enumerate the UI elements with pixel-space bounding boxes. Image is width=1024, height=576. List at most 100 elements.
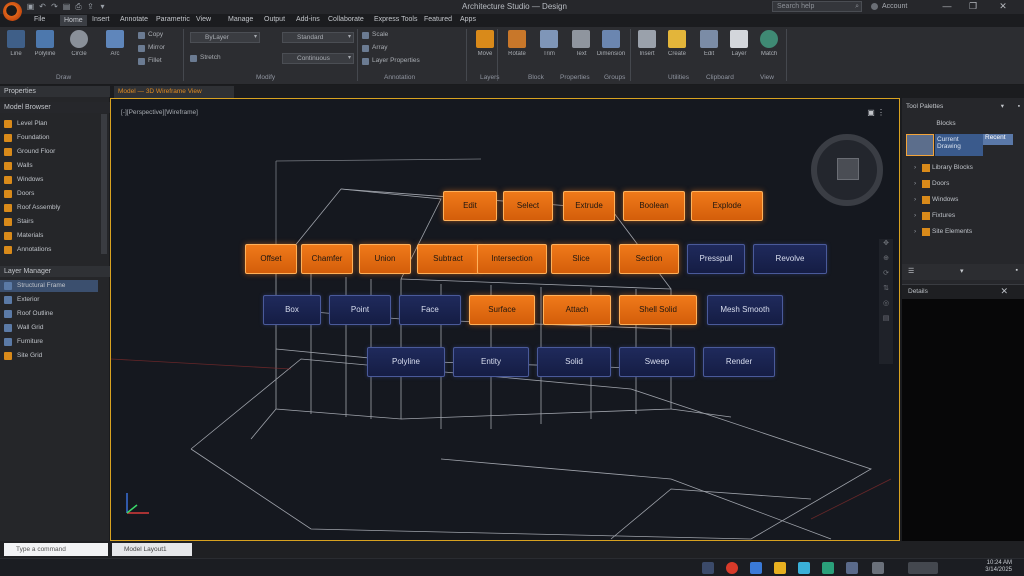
layout-tabs[interactable]: Model Layout1 bbox=[112, 543, 192, 556]
palette-options-icon[interactable]: ▾ bbox=[1001, 100, 1004, 114]
circle-button[interactable]: Circle bbox=[64, 30, 94, 70]
palette-item[interactable]: Library Blocks bbox=[914, 162, 973, 174]
palette-item[interactable]: Doors bbox=[914, 178, 949, 190]
menu-parametric[interactable]: Parametric bbox=[156, 16, 190, 23]
palette-item[interactable]: Windows bbox=[914, 194, 958, 206]
viewcube-cube-icon[interactable] bbox=[837, 158, 859, 180]
union-command-button[interactable]: Union bbox=[359, 244, 411, 274]
help-search-input[interactable]: Search help ⌕ bbox=[772, 1, 862, 12]
copy-tool[interactable]: Copy bbox=[138, 31, 163, 41]
presspull-command-button[interactable]: Presspull bbox=[687, 244, 745, 274]
menu-apps[interactable]: Apps bbox=[460, 16, 476, 23]
menu-view[interactable]: View bbox=[196, 16, 211, 23]
tree-item[interactable]: Walls bbox=[4, 160, 33, 172]
viewport-controls-icon[interactable]: ▣ ⋮ bbox=[867, 108, 885, 117]
command-input[interactable]: Type a command bbox=[4, 543, 108, 556]
walk-icon[interactable]: ⇅ bbox=[879, 284, 893, 299]
tree-item[interactable]: Stairs bbox=[4, 216, 34, 228]
rotate-button[interactable]: Rotate bbox=[502, 30, 532, 70]
filter-icon[interactable]: ☰ bbox=[908, 267, 914, 275]
undo-icon[interactable]: ↶ bbox=[38, 2, 47, 11]
qat-dropdown-icon[interactable]: ▾ bbox=[98, 2, 107, 11]
showmotion-icon[interactable]: ▤ bbox=[879, 314, 893, 329]
plot-icon[interactable]: ⎙ bbox=[74, 2, 83, 11]
match-button[interactable]: Match bbox=[754, 30, 784, 70]
tree-scrollbar[interactable] bbox=[101, 114, 107, 254]
block-thumbnail[interactable] bbox=[906, 134, 934, 156]
box-command-button[interactable]: Box bbox=[263, 295, 321, 325]
point-command-button[interactable]: Point bbox=[329, 295, 391, 325]
boolean-command-button[interactable]: Boolean bbox=[623, 191, 685, 221]
tab-blocks[interactable]: Blocks bbox=[906, 118, 986, 130]
layer-item[interactable]: Roof Outline bbox=[4, 308, 53, 320]
viewport-status[interactable]: [-][Perspective][Wireframe] bbox=[121, 109, 198, 116]
dimension-button[interactable]: Dimension bbox=[596, 30, 626, 70]
arc-button[interactable]: Arc bbox=[100, 30, 130, 70]
insert-button[interactable]: Insert bbox=[632, 30, 662, 70]
menu-manage[interactable]: Manage bbox=[228, 16, 253, 23]
current-drawing-item[interactable]: Current Drawing bbox=[935, 134, 983, 156]
polyline-command-button[interactable]: Polyline bbox=[367, 347, 445, 377]
surface-command-button[interactable]: Surface bbox=[469, 295, 535, 325]
viewport-tab[interactable]: Model — 3D Wireframe View bbox=[114, 86, 234, 98]
tree-item[interactable]: Foundation bbox=[4, 132, 50, 144]
palette-item[interactable]: Fixtures bbox=[914, 210, 955, 222]
attach-command-button[interactable]: Attach bbox=[543, 295, 611, 325]
layer-item[interactable]: Furniture bbox=[4, 336, 43, 348]
pan-icon[interactable]: ✥ bbox=[879, 239, 893, 254]
linetype-combo[interactable]: Continuous bbox=[282, 53, 354, 64]
tree-item[interactable]: Materials bbox=[4, 230, 43, 242]
tree-item[interactable]: Doors bbox=[4, 188, 34, 200]
section-command-button[interactable]: Section bbox=[619, 244, 679, 274]
start-icon[interactable] bbox=[702, 562, 714, 574]
terminal-icon[interactable] bbox=[872, 562, 884, 574]
layer-item[interactable]: Site Grid bbox=[4, 350, 42, 362]
menu-output[interactable]: Output bbox=[264, 16, 285, 23]
file-explorer-icon[interactable] bbox=[774, 562, 786, 574]
color-combo[interactable]: ByLayer bbox=[190, 32, 260, 43]
polyline-button[interactable]: Polyline bbox=[30, 30, 60, 70]
select-command-button[interactable]: Select bbox=[503, 191, 553, 221]
menu-express-tools[interactable]: Express Tools bbox=[374, 16, 417, 23]
solid-command-button[interactable]: Solid bbox=[537, 347, 611, 377]
edit-button[interactable]: Edit bbox=[694, 30, 724, 70]
line-button[interactable]: Line bbox=[1, 30, 31, 70]
scale-tool[interactable]: Scale bbox=[362, 31, 388, 41]
system-tray[interactable] bbox=[908, 562, 938, 574]
details-close-icon[interactable]: ✕ bbox=[1000, 286, 1008, 297]
clock[interactable]: 10:24 AM 3/14/2025 bbox=[952, 560, 1012, 574]
pin-icon[interactable]: ▪ bbox=[1016, 267, 1018, 274]
layer-button[interactable]: Layer bbox=[724, 30, 754, 70]
offset-command-button[interactable]: Offset bbox=[245, 244, 297, 274]
move-button[interactable]: Move bbox=[470, 30, 500, 70]
palette-close-icon[interactable]: ▪ bbox=[1018, 100, 1020, 114]
chamfer-command-button[interactable]: Chamfer bbox=[301, 244, 353, 274]
extrude-command-button[interactable]: Extrude bbox=[563, 191, 615, 221]
user-account[interactable]: Account bbox=[868, 1, 928, 12]
mesh-smooth-command-button[interactable]: Mesh Smooth bbox=[707, 295, 783, 325]
zoom-icon[interactable]: ⊕ bbox=[879, 254, 893, 269]
shell-solid-command-button[interactable]: Shell Solid bbox=[619, 295, 697, 325]
orbit-icon[interactable]: ⟳ bbox=[879, 269, 893, 284]
tree-item[interactable]: Windows bbox=[4, 174, 43, 186]
restore-button[interactable]: ❐ bbox=[962, 0, 984, 13]
dropdown-icon[interactable]: ▾ bbox=[960, 267, 964, 275]
style-combo[interactable]: Standard bbox=[282, 32, 354, 43]
layer-item-selected[interactable]: Structural Frame bbox=[0, 280, 98, 292]
tree-item[interactable]: Ground Floor bbox=[4, 146, 55, 158]
intersection-command-button[interactable]: Intersection bbox=[477, 244, 547, 274]
palette-item[interactable]: Site Elements bbox=[914, 226, 972, 238]
minimize-button[interactable]: — bbox=[936, 0, 958, 13]
menu-insert[interactable]: Insert bbox=[92, 16, 110, 23]
slice-command-button[interactable]: Slice bbox=[551, 244, 611, 274]
layer-properties-tool[interactable]: Layer Properties bbox=[362, 57, 420, 67]
3d-viewport[interactable]: [-][Perspective][Wireframe] ▣ ⋮ ✥ ⊕ ⟳ ⇅ … bbox=[110, 98, 900, 541]
text-button[interactable]: Text bbox=[566, 30, 596, 70]
viewcube[interactable] bbox=[811, 134, 883, 206]
menu-addins[interactable]: Add-ins bbox=[296, 16, 320, 23]
array-tool[interactable]: Array bbox=[362, 44, 388, 54]
app-icon[interactable] bbox=[726, 562, 738, 574]
save-icon[interactable]: ▣ bbox=[26, 2, 35, 11]
menu-collaborate[interactable]: Collaborate bbox=[328, 16, 364, 23]
share-icon[interactable]: ⇪ bbox=[86, 2, 95, 11]
